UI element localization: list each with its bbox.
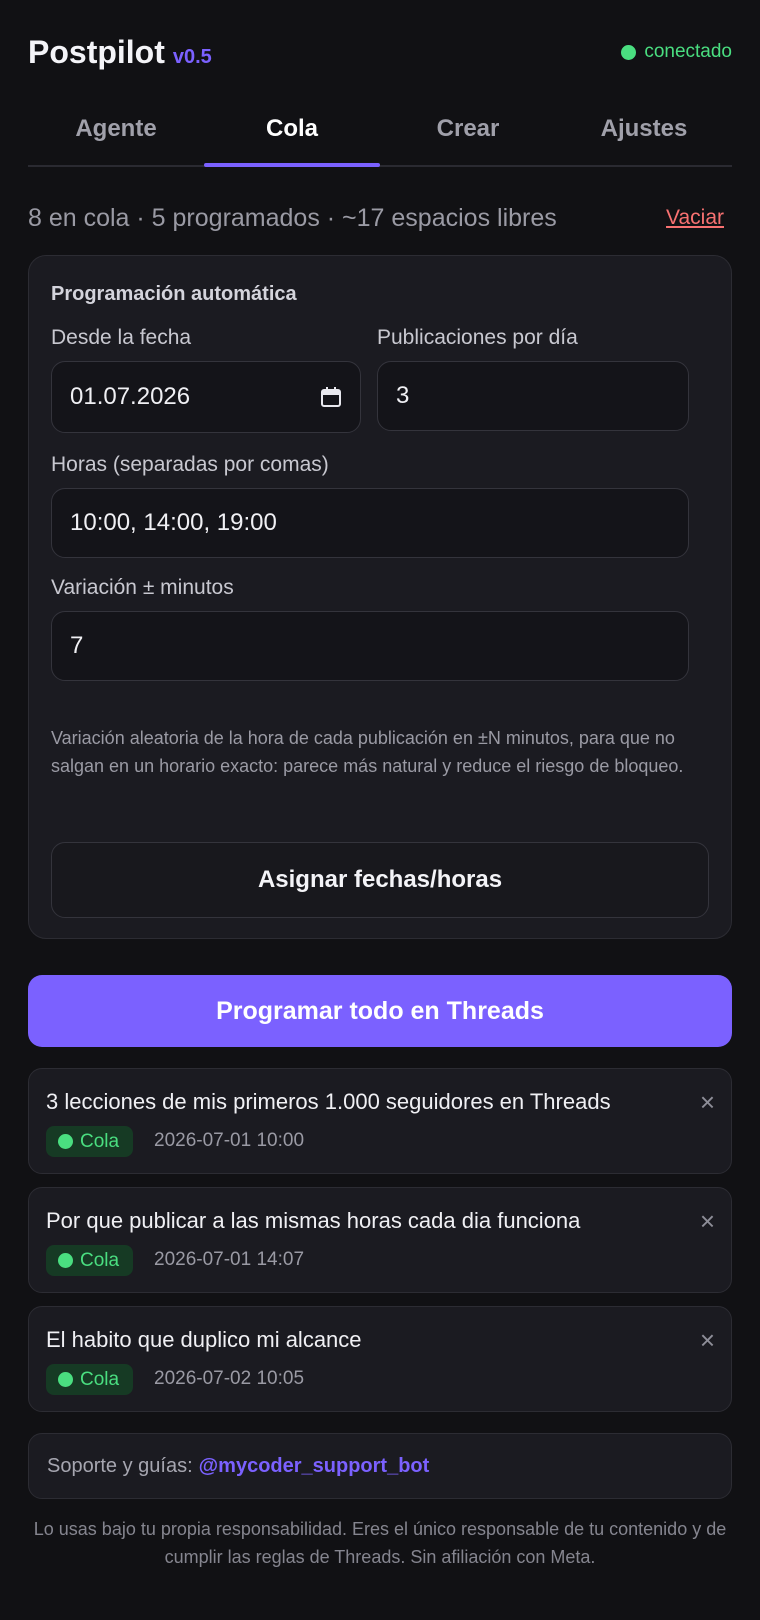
start-date-value: 01.07.2026 <box>70 383 191 410</box>
status-badge-label: Cola <box>80 1249 120 1271</box>
auto-schedule-card: Programación automática Desde la fecha 0… <box>28 255 732 939</box>
variation-input[interactable]: 7 <box>51 611 689 681</box>
clear-queue-link[interactable]: Vaciar <box>666 206 732 230</box>
status-badge: Cola <box>46 1245 134 1276</box>
tab-cola[interactable]: Cola <box>204 100 380 167</box>
status-text: conectado <box>644 41 732 62</box>
tab-ajustes[interactable]: Ajustes <box>556 100 732 165</box>
support-label: Soporte y guías: <box>47 1454 193 1477</box>
queue-item[interactable]: 3 lecciones de mis primeros 1.000 seguid… <box>28 1068 732 1174</box>
posts-per-day-value: 3 <box>396 382 410 409</box>
close-icon[interactable]: × <box>700 1089 715 1115</box>
queue-item[interactable]: Por que publicar a las mismas horas cada… <box>28 1187 732 1293</box>
queue-summary: 8 en cola · 5 programados · ~17 espacios… <box>28 203 557 232</box>
status-dot-icon <box>58 1372 73 1387</box>
close-icon[interactable]: × <box>700 1208 715 1234</box>
variation-value: 7 <box>70 632 84 659</box>
support-bot-link[interactable]: @mycoder_support_bot <box>199 1455 430 1478</box>
tab-agente[interactable]: Agente <box>28 100 204 165</box>
queue-summary-row: 8 en cola · 5 programados · ~17 espacios… <box>28 200 732 236</box>
status-badge: Cola <box>46 1126 134 1157</box>
calendar-icon[interactable] <box>320 386 342 408</box>
queue-item[interactable]: El habito que duplico mi alcance × Cola … <box>28 1306 732 1412</box>
tab-bar: Agente Cola Crear Ajustes <box>28 100 732 167</box>
start-date-label: Desde la fecha <box>51 326 192 349</box>
hours-value: 10:00, 14:00, 19:00 <box>70 509 277 536</box>
queue-item-title: 3 lecciones de mis primeros 1.000 seguid… <box>46 1089 611 1114</box>
connection-status: conectado <box>621 41 732 63</box>
start-date-input[interactable]: 01.07.2026 <box>51 361 361 433</box>
queue-item-datetime: 2026-07-01 10:00 <box>154 1130 305 1151</box>
posts-per-day-input[interactable]: 3 <box>377 361 689 431</box>
auto-schedule-title: Programación automática <box>51 283 297 305</box>
variation-hint: Variación aleatoria de la hora de cada p… <box>51 728 684 776</box>
queue-item-datetime: 2026-07-02 10:05 <box>154 1368 305 1389</box>
schedule-all-button[interactable]: Programar todo en Threads <box>28 975 732 1047</box>
brand: Postpilot v0.5 <box>28 34 212 71</box>
status-dot-icon <box>621 44 637 60</box>
posts-per-day-label: Publicaciones por día <box>377 326 578 349</box>
queue-item-title: Por que publicar a las mismas horas cada… <box>46 1208 581 1233</box>
close-icon[interactable]: × <box>700 1327 715 1353</box>
queue-item-title: El habito que duplico mi alcance <box>46 1327 362 1352</box>
variation-label: Variación ± minutos <box>51 576 234 599</box>
status-badge-label: Cola <box>80 1130 120 1152</box>
app-name: Postpilot <box>28 33 165 70</box>
disclaimer: Lo usas bajo tu propia responsabilidad. … <box>33 1519 727 1567</box>
status-dot-icon <box>58 1134 73 1149</box>
status-badge-label: Cola <box>80 1368 120 1390</box>
queue-item-datetime: 2026-07-01 14:07 <box>154 1249 305 1270</box>
status-dot-icon <box>58 1253 73 1268</box>
hours-input[interactable]: 10:00, 14:00, 19:00 <box>51 488 689 558</box>
status-badge: Cola <box>46 1364 134 1395</box>
app-version: v0.5 <box>172 45 212 68</box>
hours-label: Horas (separadas por comas) <box>51 453 329 476</box>
tab-crear[interactable]: Crear <box>380 100 556 165</box>
app-header: Postpilot v0.5 conectado <box>28 30 732 74</box>
support-box: Soporte y guías: @mycoder_support_bot <box>28 1433 732 1499</box>
assign-dates-button[interactable]: Asignar fechas/horas <box>51 842 709 918</box>
